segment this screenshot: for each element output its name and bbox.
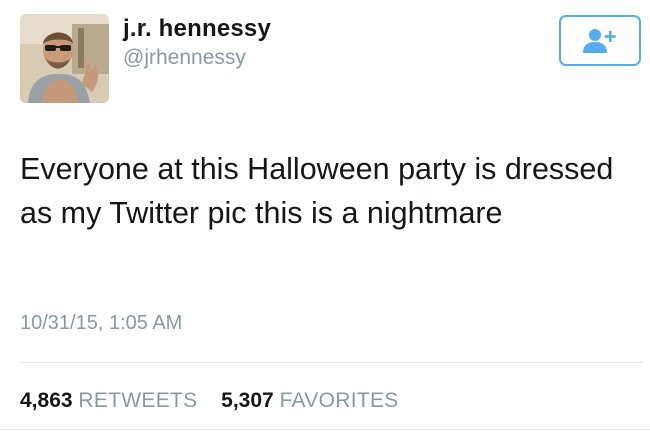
follow-user-plus-icon — [583, 28, 616, 53]
bottom-divider — [0, 429, 650, 430]
favorites-label: FAVORITES — [279, 389, 399, 412]
retweets-label: RETWEETS — [78, 389, 198, 412]
favorites-count: 5,307 — [221, 389, 274, 412]
divider — [20, 362, 643, 363]
user-handle[interactable]: @jrhennessy — [123, 46, 246, 70]
retweets-count: 4,863 — [20, 389, 73, 412]
profile-photo — [20, 14, 109, 103]
tweet-timestamp[interactable]: 10/31/15, 1:05 AM — [20, 312, 182, 335]
avatar[interactable] — [20, 14, 109, 103]
favorites-stat[interactable]: 5,307 FAVORITES — [221, 389, 398, 412]
retweets-stat[interactable]: 4,863 RETWEETS — [20, 389, 203, 412]
tweet-text: Everyone at this Halloween party is dres… — [20, 152, 614, 230]
tweet-stats: 4,863 RETWEETS 5,307 FAVORITES — [20, 389, 399, 413]
display-name[interactable]: j.r. hennessy — [123, 15, 271, 43]
follow-button[interactable] — [559, 15, 641, 66]
